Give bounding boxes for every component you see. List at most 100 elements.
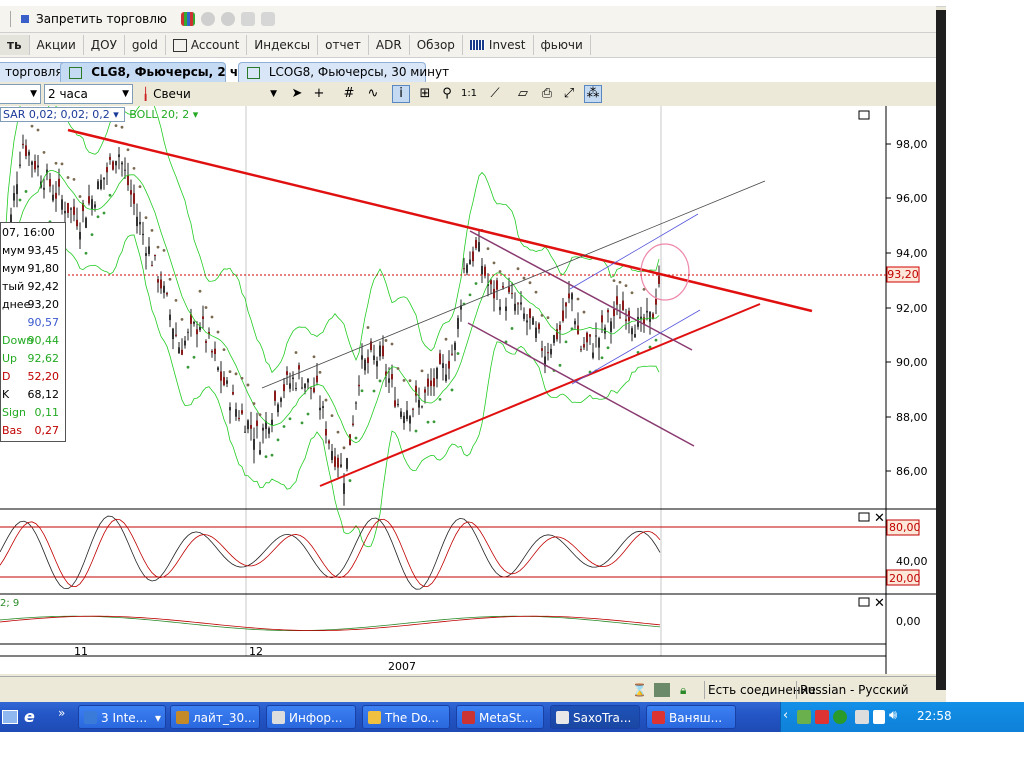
line-tool-icon[interactable]: ⟋	[486, 85, 504, 103]
print-icon[interactable]: ⎙	[538, 85, 556, 103]
tab-fyuchi[interactable]: фьючи	[534, 35, 591, 55]
volume-icon[interactable]: 🔊︎	[889, 708, 897, 723]
candle-body	[601, 315, 603, 323]
taskbar-button[interactable]: Инфор...	[266, 705, 356, 729]
candle-body	[160, 279, 162, 289]
taskbar-button[interactable]: Ваняш...	[646, 705, 736, 729]
taskbar-button[interactable]: лайт_30...	[170, 705, 260, 729]
data-window-row: 07, 16:00	[1, 224, 63, 242]
sar-dot	[360, 389, 364, 393]
taskbar-button[interactable]: 3 Inte... ▾	[78, 705, 166, 729]
disable-trading-button[interactable]: Запретить торговлю	[36, 12, 167, 26]
data-window-value: 90,57	[27, 316, 60, 329]
desktop-icon[interactable]	[2, 710, 18, 724]
doctab-clg8[interactable]: CLG8, Фьючерсы, 2 часа	[60, 62, 261, 82]
candle-body	[163, 285, 165, 293]
candle-body	[457, 318, 459, 329]
stop-trading-icon[interactable]	[21, 15, 29, 23]
cursor-icon[interactable]: ➤	[288, 85, 306, 103]
tray-expand-icon[interactable]: ‹	[783, 708, 788, 723]
indicator-icon[interactable]: ∿	[364, 85, 382, 103]
candle-body	[133, 193, 135, 204]
candle-body	[319, 407, 321, 411]
data-window-value: 90,44	[27, 334, 60, 347]
tab-invest[interactable]: Invest	[463, 35, 534, 55]
candle-body	[529, 308, 531, 319]
candle-body	[406, 410, 408, 419]
candle-body	[469, 259, 471, 265]
sar-legend[interactable]: SAR 0,02; 0,02; 0,2 ▾	[0, 107, 126, 122]
tab-account[interactable]: Account	[166, 35, 248, 55]
data-window-value: 92,62	[27, 352, 60, 365]
timeframe-dropdown[interactable]: 2 часа ▼	[44, 84, 133, 104]
candle-body	[118, 154, 120, 158]
quicklaunch-expand-icon[interactable]: »	[58, 706, 65, 720]
sar-dot	[612, 279, 616, 283]
tab-adr[interactable]: ADR	[369, 35, 410, 55]
taskbar-button[interactable]: MetaSt...	[456, 705, 544, 729]
candle-body	[196, 329, 198, 335]
expand-icon[interactable]: ⤢	[560, 85, 578, 103]
tray-icon-alert[interactable]	[815, 710, 829, 724]
candle-body	[595, 335, 597, 337]
forward-icon[interactable]	[221, 12, 235, 26]
sar-dot	[30, 124, 34, 128]
tab-current[interactable]: ть	[0, 35, 30, 55]
taskbar-button[interactable]: The Do...	[362, 705, 450, 729]
doctab-trading[interactable]: торговля	[0, 62, 66, 82]
candle-body	[571, 293, 573, 300]
data-window-icon[interactable]: ⊞	[416, 85, 434, 103]
taskbar-button-label: Инфор...	[289, 711, 343, 725]
sar-dot	[258, 413, 262, 417]
candle-body	[409, 416, 411, 424]
candle-body	[499, 306, 501, 311]
info-icon[interactable]: i	[392, 85, 410, 103]
data-window-value: 0,11	[34, 406, 60, 419]
price-tick: 92,00	[896, 302, 928, 315]
taskbar-button-label: лайт_30...	[193, 711, 256, 725]
home-icon[interactable]	[241, 12, 255, 26]
tab-gold[interactable]: gold	[125, 35, 166, 55]
crosshair-icon[interactable]: +	[310, 85, 328, 103]
doctab-lcog8[interactable]: LCOG8, Фьючерсы, 30 минут	[238, 62, 449, 82]
zoom-reset-icon[interactable]: 1:1	[460, 85, 478, 103]
candle-body	[649, 311, 651, 322]
tab-akcii[interactable]: Акции	[30, 35, 84, 55]
symbol-dropdown[interactable]: ▼	[0, 84, 41, 104]
toggle-panels-icon[interactable]: ⁂	[584, 85, 602, 103]
sar-dot	[84, 251, 88, 255]
ie-icon[interactable]: e	[24, 707, 35, 726]
grid-icon[interactable]	[181, 12, 195, 26]
tray-icon-display[interactable]	[873, 710, 885, 724]
refresh-icon[interactable]	[261, 12, 275, 26]
candle-body	[262, 427, 264, 431]
tab-indeksy[interactable]: Индексы	[247, 35, 319, 55]
tab-dow[interactable]: ДОУ	[84, 35, 125, 55]
candle-body	[139, 222, 141, 225]
app-icon	[462, 711, 475, 724]
taskbar-button[interactable]: SaxoTra...	[550, 705, 640, 729]
price-chart[interactable]: 93,20 98,00 96,00 94,00 92,00 90,00 88,0…	[0, 106, 936, 674]
close-icon: ✕	[874, 511, 885, 526]
eraser-icon[interactable]: ▱	[514, 85, 532, 103]
boll-legend[interactable]: BOLL 20; 2 ▾	[129, 108, 198, 121]
sar-dot	[114, 124, 118, 128]
data-window-row: 90,57	[1, 314, 63, 332]
clock[interactable]: 22:58	[917, 709, 952, 723]
chart-type-dropdown[interactable]: ╽ Свечи ▼	[138, 84, 281, 104]
back-icon[interactable]	[201, 12, 215, 26]
tray-icon-shield[interactable]	[833, 710, 847, 724]
tray-icon-network[interactable]	[797, 710, 811, 724]
tab-otchet[interactable]: отчет	[318, 35, 369, 55]
sar-dot	[90, 233, 94, 237]
zoom-icon[interactable]: ⚲	[438, 85, 456, 103]
tray-icon-monitor[interactable]	[855, 710, 869, 724]
candle-body	[331, 451, 333, 460]
grid-toggle-icon[interactable]: #	[340, 85, 358, 103]
tab-obzor[interactable]: Обзор	[410, 35, 463, 55]
sar-dot	[444, 337, 448, 341]
candle-body	[31, 161, 33, 165]
candle-body	[523, 313, 525, 319]
candle-body	[280, 398, 282, 402]
candle-body	[151, 265, 153, 267]
